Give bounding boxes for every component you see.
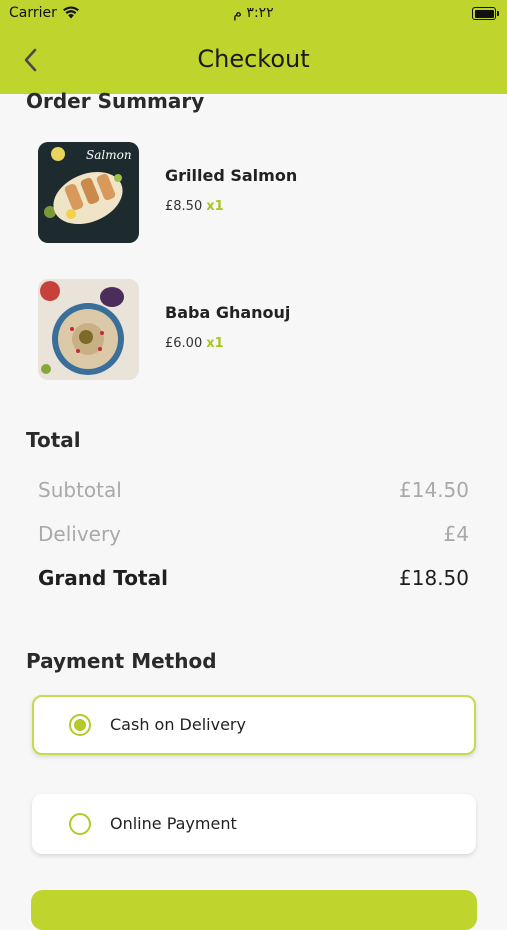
salmon-image-caption: Salmon xyxy=(86,148,132,162)
baba-ghanouj-image xyxy=(38,279,139,380)
payment-option-label: Cash on Delivery xyxy=(110,715,246,734)
payment-option-label: Online Payment xyxy=(110,814,237,833)
status-time: ٣:٢٢ م xyxy=(233,5,274,21)
order-item: Baba Ghanouj £6.00 x1 xyxy=(38,279,478,381)
item-price: £8.50 xyxy=(165,199,203,214)
order-item: Salmon Grilled Salmon £8.50 x1 xyxy=(38,142,478,244)
delivery-value: £4 xyxy=(443,522,469,546)
payment-method-heading: Payment Method xyxy=(26,649,217,673)
status-bar: Carrier ٣:٢٢ م xyxy=(0,0,507,30)
grand-total-label: Grand Total xyxy=(38,566,168,590)
payment-option-online[interactable]: Online Payment xyxy=(32,794,476,854)
order-summary-heading: Order Summary xyxy=(26,89,205,113)
item-quantity: x1 xyxy=(206,336,224,351)
item-name: Baba Ghanouj xyxy=(165,303,291,322)
item-name: Grilled Salmon xyxy=(165,166,298,185)
delivery-label: Delivery xyxy=(38,522,122,546)
radio-unselected-icon[interactable] xyxy=(69,813,91,835)
battery-icon xyxy=(472,7,499,20)
grand-total-value: £18.50 xyxy=(399,566,469,590)
grilled-salmon-image: Salmon xyxy=(38,142,139,243)
total-heading: Total xyxy=(26,428,81,452)
place-order-button[interactable] xyxy=(31,890,477,930)
item-quantity: x1 xyxy=(206,199,224,214)
subtotal-value: £14.50 xyxy=(399,478,469,502)
item-price: £6.00 xyxy=(165,336,203,351)
item-price-line: £6.00 x1 xyxy=(165,336,224,351)
payment-option-cash[interactable]: Cash on Delivery xyxy=(32,695,476,755)
radio-selected-icon[interactable] xyxy=(69,714,91,736)
subtotal-label: Subtotal xyxy=(38,478,122,502)
item-price-line: £8.50 x1 xyxy=(165,199,224,214)
page-title: Checkout xyxy=(197,45,310,73)
app-header: Carrier ٣:٢٢ م Checkout xyxy=(0,0,507,94)
